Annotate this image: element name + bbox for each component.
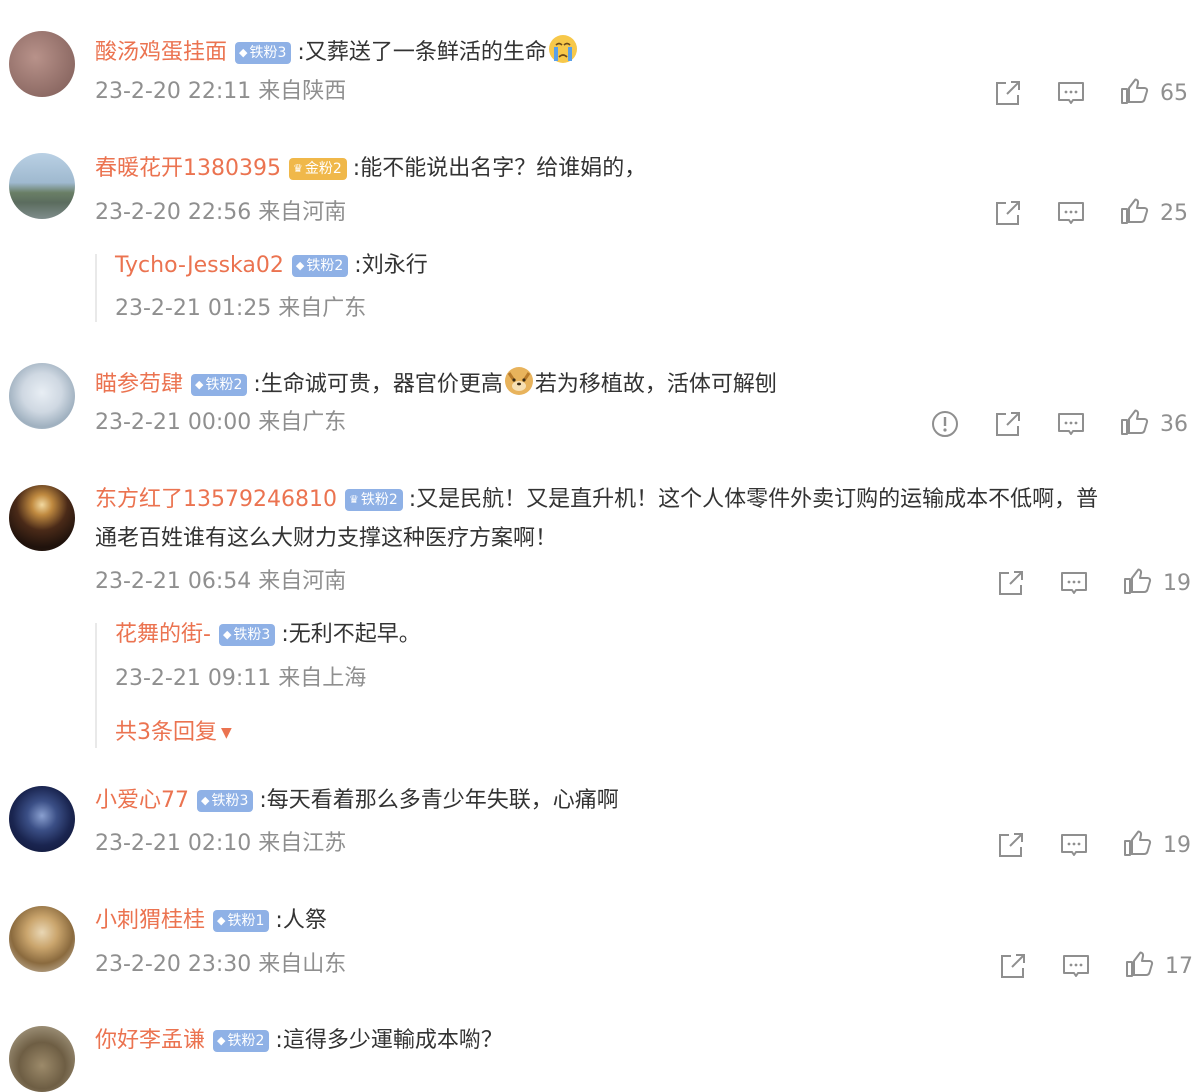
username[interactable]: 瞄参苟肆 bbox=[95, 372, 183, 397]
crown-icon: ♛ bbox=[348, 493, 359, 506]
thumbs-up-icon[interactable] bbox=[1121, 827, 1153, 859]
more-replies-link[interactable]: 共3条回复 ▼ bbox=[115, 718, 232, 748]
diamond-icon: ◆ bbox=[217, 914, 226, 927]
reply-meta: 23-2-21 09:11 来自上海 bbox=[115, 666, 367, 691]
like-count: 17 bbox=[1165, 954, 1193, 979]
username[interactable]: 你好李孟谦 bbox=[95, 1028, 205, 1053]
avatar[interactable] bbox=[9, 153, 75, 219]
comment-icon[interactable] bbox=[1058, 567, 1090, 599]
crying-face-icon bbox=[548, 35, 577, 63]
share-icon[interactable] bbox=[992, 197, 1024, 229]
comment-meta: 23-2-21 00:00 来自广东 bbox=[95, 410, 347, 435]
avatar[interactable] bbox=[9, 31, 75, 97]
comment-meta: 23-2-20 22:11 来自陕西 bbox=[95, 79, 347, 104]
username[interactable]: 东方红了13579246810 bbox=[95, 487, 337, 512]
reply-meta: 23-2-21 01:25 来自广东 bbox=[115, 296, 367, 321]
diamond-icon: ◆ bbox=[222, 628, 232, 641]
username[interactable]: 春暖花开1380395 bbox=[95, 156, 281, 181]
fan-badge[interactable]: ◆ 铁粉3 bbox=[218, 624, 276, 646]
like-count: 36 bbox=[1160, 412, 1188, 437]
like-count: 19 bbox=[1163, 833, 1191, 858]
reply-divider bbox=[95, 254, 97, 322]
comment-icon[interactable] bbox=[1055, 197, 1087, 229]
username[interactable]: 酸汤鸡蛋挂面 bbox=[95, 40, 227, 65]
comment-text: :這得多少運輸成本喲？ bbox=[275, 1028, 503, 1053]
fan-badge[interactable]: ◆ 铁粉2 bbox=[191, 374, 248, 396]
avatar[interactable] bbox=[9, 906, 75, 972]
comment-text: :生命诚可贵，器官价更高 bbox=[253, 372, 503, 397]
comment-icon[interactable] bbox=[1058, 829, 1090, 861]
crown-icon: ♛ bbox=[292, 162, 303, 175]
diamond-icon: ◆ bbox=[217, 1034, 226, 1047]
reply-username[interactable]: 花舞的街- bbox=[115, 622, 211, 647]
thumbs-up-icon[interactable] bbox=[1118, 195, 1150, 227]
comment-text-continued: 若为移植故，活体可解刨 bbox=[534, 372, 777, 397]
thumbs-up-icon[interactable] bbox=[1118, 75, 1150, 107]
reply-divider bbox=[95, 623, 97, 748]
thumbs-up-icon[interactable] bbox=[1123, 948, 1155, 980]
fan-badge[interactable]: ◆ 铁粉1 bbox=[213, 910, 270, 932]
share-icon[interactable] bbox=[992, 408, 1024, 440]
comment-text: :又是民航！又是直升机！这个人体零件外卖订购的运输成本不低啊，普 bbox=[408, 487, 1099, 512]
comment-icon[interactable] bbox=[1055, 77, 1087, 109]
like-count: 65 bbox=[1160, 81, 1188, 106]
thumbs-up-icon[interactable] bbox=[1121, 565, 1153, 597]
comment-meta: 23-2-20 22:56 来自河南 bbox=[95, 200, 347, 225]
username[interactable]: 小刺猬桂桂 bbox=[95, 908, 205, 933]
comment-text: :人祭 bbox=[275, 908, 327, 933]
avatar[interactable] bbox=[9, 485, 75, 551]
username[interactable]: 小爱心77 bbox=[95, 788, 189, 813]
reply-text: :刘永行 bbox=[354, 253, 428, 278]
avatar[interactable] bbox=[9, 786, 75, 852]
fan-badge[interactable]: ♛ 铁粉2 bbox=[344, 489, 403, 511]
diamond-icon: ◆ bbox=[195, 378, 204, 391]
like-count: 19 bbox=[1163, 571, 1191, 596]
comment-icon[interactable] bbox=[1060, 950, 1092, 982]
caret-down-icon: ▼ bbox=[221, 725, 232, 741]
fan-badge[interactable]: ◆ 铁粉2 bbox=[291, 255, 349, 277]
share-icon[interactable] bbox=[995, 567, 1027, 599]
reply-username[interactable]: Tycho-Jesska02 bbox=[115, 253, 284, 278]
comment-text: :又葬送了一条鲜活的生命 bbox=[297, 40, 547, 65]
diamond-icon: ◆ bbox=[201, 794, 210, 807]
share-icon[interactable] bbox=[997, 950, 1029, 982]
diamond-icon: ◆ bbox=[295, 259, 305, 272]
thumbs-up-icon[interactable] bbox=[1118, 406, 1150, 438]
share-icon[interactable] bbox=[992, 77, 1024, 109]
report-icon[interactable] bbox=[929, 408, 961, 440]
diamond-icon: ◆ bbox=[239, 46, 248, 59]
fan-badge[interactable]: ♛ 金粉2 bbox=[288, 158, 347, 180]
comment-text: :能不能说出名字？给谁娟的， bbox=[352, 156, 647, 181]
avatar[interactable] bbox=[9, 1026, 75, 1092]
comment-meta: 23-2-20 23:30 来自山东 bbox=[95, 952, 347, 977]
fan-badge[interactable]: ◆ 铁粉3 bbox=[235, 42, 292, 64]
comment-icon[interactable] bbox=[1055, 408, 1087, 440]
reply-text: :无利不起早。 bbox=[281, 622, 421, 647]
like-count: 25 bbox=[1160, 201, 1188, 226]
comment-meta: 23-2-21 06:54 来自河南 bbox=[95, 569, 347, 594]
fan-badge[interactable]: ◆ 铁粉3 bbox=[197, 790, 254, 812]
comment-text-continued: 通老百姓谁有这么大财力支撑这种医疗方案啊！ bbox=[95, 526, 558, 551]
avatar[interactable] bbox=[9, 363, 75, 429]
fan-badge[interactable]: ◆ 铁粉2 bbox=[213, 1030, 270, 1052]
comment-meta: 23-2-21 02:10 来自江苏 bbox=[95, 831, 347, 856]
share-icon[interactable] bbox=[995, 829, 1027, 861]
doge-face-icon bbox=[504, 367, 533, 395]
comment-text: :每天看着那么多青少年失联，心痛啊 bbox=[259, 788, 619, 813]
